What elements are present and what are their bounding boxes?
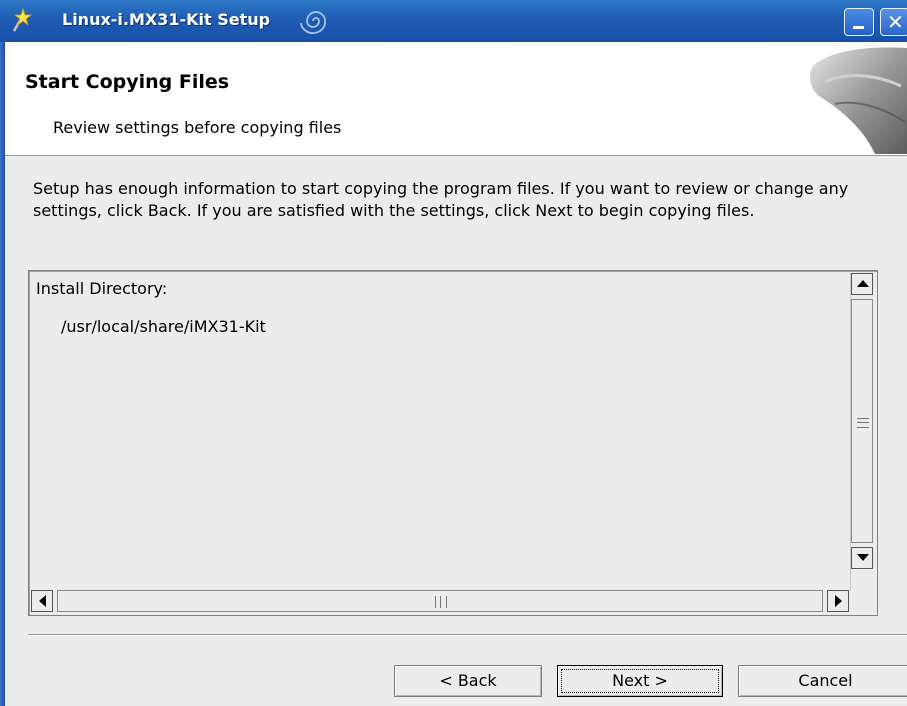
close-button[interactable]: ✕ (880, 8, 907, 36)
install-directory-label: Install Directory: (36, 279, 168, 298)
wizard-body: Setup has enough information to start co… (5, 156, 907, 706)
page-subtitle: Review settings before copying files (53, 118, 342, 137)
arrow-up-icon (857, 280, 869, 287)
arrow-right-icon (835, 595, 842, 607)
divider (28, 634, 907, 636)
scroll-right-button[interactable] (827, 590, 849, 612)
wizard-header: Start Copying Files Review settings befo… (5, 42, 907, 156)
wand-icon (12, 7, 33, 32)
scroll-down-button[interactable] (851, 547, 873, 569)
cancel-button[interactable]: Cancel (738, 665, 907, 697)
close-icon: ✕ (887, 10, 904, 34)
settings-summary-content: Install Directory: /usr/local/share/iMX3… (36, 279, 266, 336)
focus-ring (561, 669, 719, 693)
vertical-scroll-thumb[interactable] (851, 299, 873, 543)
intro-text: Setup has enough information to start co… (33, 179, 849, 220)
install-directory-value: /usr/local/share/iMX31-Kit (61, 317, 266, 336)
page-title: Start Copying Files (25, 71, 230, 93)
wizard-graphic-icon (810, 47, 907, 154)
settings-summary-box[interactable]: Install Directory: /usr/local/share/iMX3… (28, 270, 878, 616)
arrow-down-icon (857, 554, 869, 561)
grip-icon (857, 418, 869, 428)
scroll-up-button[interactable] (851, 273, 873, 295)
vertical-scrollbar[interactable] (850, 273, 875, 591)
grip-icon (435, 596, 447, 608)
swirl-icon (300, 11, 326, 34)
next-button[interactable]: Next > (557, 665, 723, 697)
minimize-button[interactable] (844, 8, 874, 36)
back-button[interactable]: < Back (394, 665, 542, 697)
arrow-left-icon (39, 595, 46, 607)
window-title: Linux-i.MX31-Kit Setup (62, 10, 271, 29)
scroll-left-button[interactable] (31, 590, 53, 612)
horizontal-scrollbar[interactable] (31, 589, 849, 613)
minimize-icon (853, 26, 864, 29)
title-bar[interactable]: Linux-i.MX31-Kit Setup ✕ (0, 0, 907, 43)
horizontal-scroll-thumb[interactable] (57, 590, 823, 612)
